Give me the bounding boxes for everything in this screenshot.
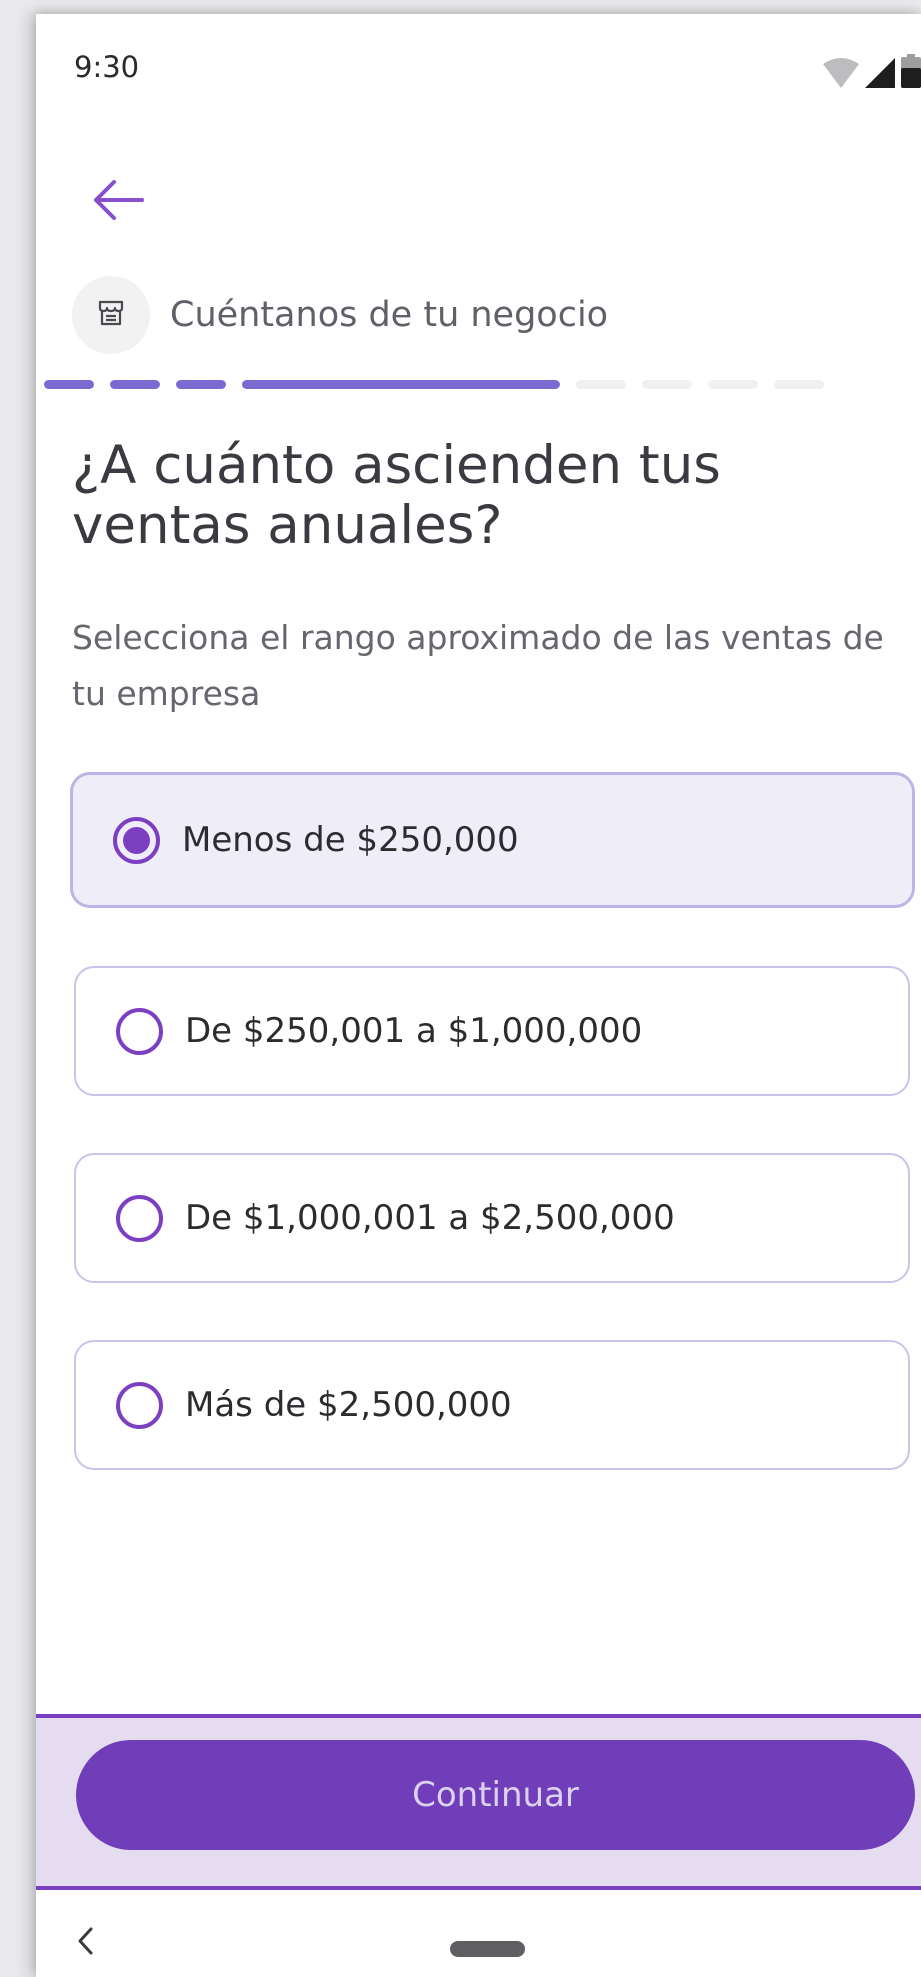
status-icons [823,54,921,88]
progress-segment [44,380,94,389]
bottom-action-bar: Continuar [36,1714,921,1890]
nav-home-pill[interactable] [450,1941,525,1957]
progress-segment [110,380,160,389]
progress-segment [176,380,226,389]
progress-segment [774,380,824,389]
option-less-than-250k[interactable]: Menos de $250,000 [70,772,915,908]
chevron-left-icon [76,1927,96,1960]
progress-segment [642,380,692,389]
radio-unselected-icon[interactable] [116,1194,163,1242]
option-1m-to-2-5m[interactable]: De $1,000,001 a $2,500,000 [74,1153,910,1283]
status-time: 9:30 [74,50,140,84]
battery-icon [901,54,921,88]
step-title: Cuéntanos de tu negocio [170,295,609,335]
store-icon [96,298,126,332]
arrow-left-icon [92,180,144,224]
progress-segment-current [242,380,560,389]
progress-segment [576,380,626,389]
continue-button[interactable]: Continuar [76,1740,915,1850]
question-title: ¿A cuánto ascienden tus ventas anuales? [72,435,721,556]
option-label: Más de $2,500,000 [185,1385,512,1425]
step-icon-container [72,276,150,354]
radio-dot [123,826,150,854]
app-screen: 9:30 Cuéntanos de tu negocio ¿A cuánto a… [36,14,921,1977]
option-250k-to-1m[interactable]: De $250,001 a $1,000,000 [74,966,910,1096]
question-subtitle: Selecciona el rango aproximado de las ve… [72,618,884,713]
nav-back-button[interactable] [76,1926,96,1960]
progress-segment [708,380,758,389]
option-label: Menos de $250,000 [182,820,519,860]
option-more-than-2-5m[interactable]: Más de $2,500,000 [74,1340,910,1470]
radio-unselected-icon[interactable] [116,1381,163,1429]
radio-unselected-icon[interactable] [116,1007,163,1055]
signal-icon [865,58,895,88]
progress-indicator [44,380,921,389]
step-header: Cuéntanos de tu negocio [72,276,608,354]
option-label: De $250,001 a $1,000,000 [185,1011,643,1051]
radio-selected-icon[interactable] [113,816,160,864]
wifi-icon [823,58,859,88]
back-button[interactable] [88,172,148,232]
option-label: De $1,000,001 a $2,500,000 [185,1198,675,1238]
